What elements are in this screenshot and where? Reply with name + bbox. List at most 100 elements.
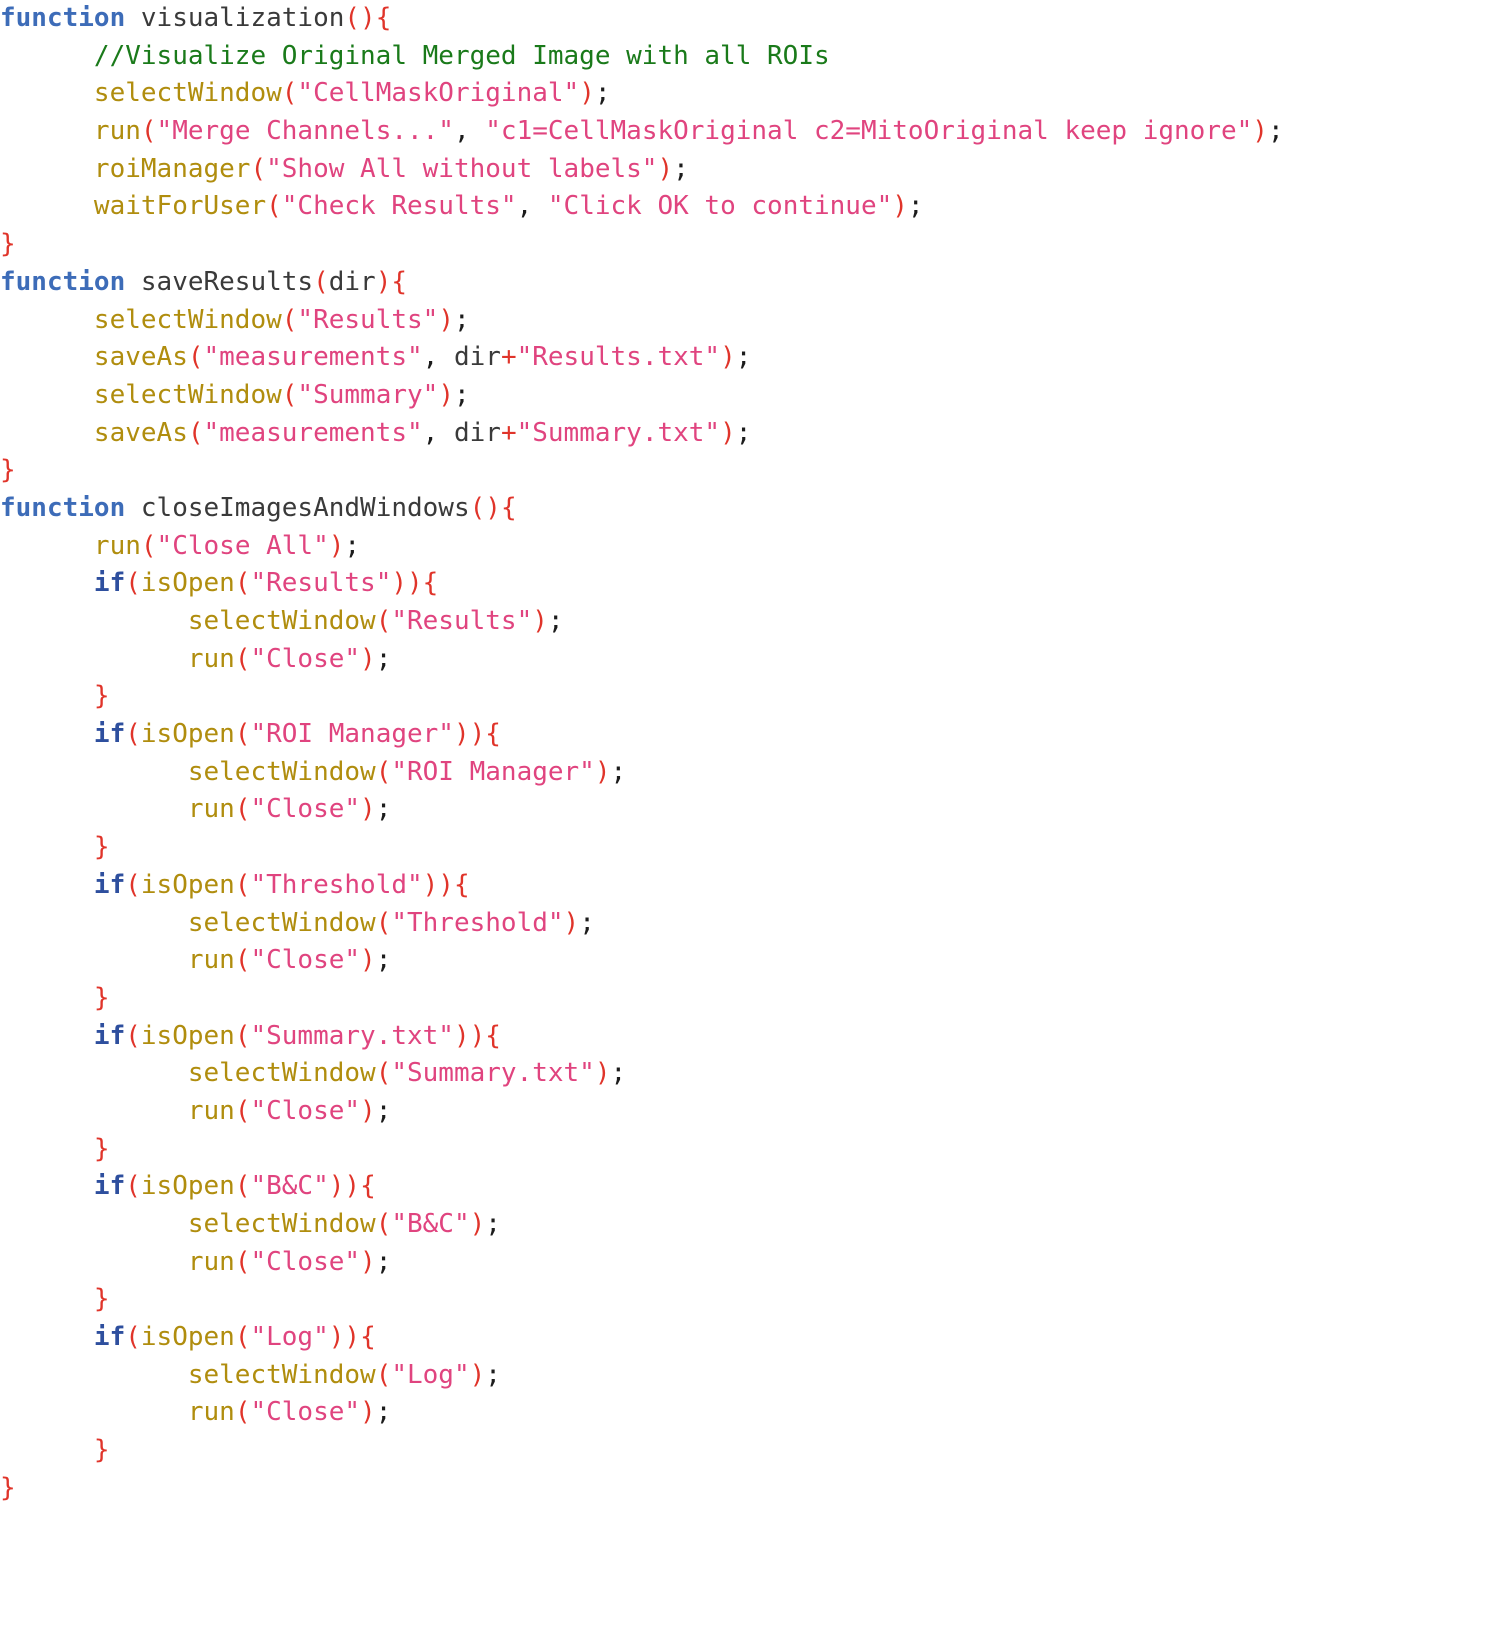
code-token-pun: ( bbox=[125, 869, 141, 900]
code-token-fn: selectWindow bbox=[93, 78, 282, 109]
code-line: run("Close"); bbox=[0, 1093, 1500, 1131]
code-line: if(isOpen("Threshold")){ bbox=[0, 867, 1500, 905]
code-line: } bbox=[0, 980, 1500, 1018]
code-token-str: "Close" bbox=[250, 1397, 361, 1428]
code-token-pun: )) bbox=[328, 1171, 361, 1202]
code-token-semi: ; bbox=[907, 191, 924, 222]
code-token-semi: ; bbox=[579, 907, 595, 938]
code-token-op: + bbox=[500, 417, 517, 448]
code-token-str: "Summary.txt" bbox=[250, 1020, 454, 1051]
code-token-fn: isOpen bbox=[140, 1020, 235, 1051]
code-token-brace: } bbox=[93, 832, 110, 863]
code-token-brace: { bbox=[360, 1322, 376, 1353]
code-token-pun: ( bbox=[187, 417, 204, 448]
code-token-fn: saveAs bbox=[93, 417, 188, 448]
code-line: run("Close"); bbox=[0, 942, 1500, 980]
code-token-semi: ; bbox=[735, 342, 752, 373]
code-token-pun: ) bbox=[720, 417, 736, 448]
code-token-pun: ) bbox=[657, 153, 674, 184]
code-token-kw-if: if bbox=[93, 1020, 126, 1051]
code-token-str: "Summary.txt" bbox=[391, 1058, 595, 1089]
code-token-id: dir bbox=[453, 417, 501, 448]
code-line: run("Close"); bbox=[0, 1244, 1500, 1282]
code-token-str: "Results" bbox=[297, 304, 439, 335]
code-line: waitForUser("Check Results", "Click OK t… bbox=[0, 188, 1500, 226]
code-token-pun: ( bbox=[234, 1171, 251, 1202]
code-token-str: "Click OK to continue" bbox=[547, 191, 893, 222]
code-token-pun: ( bbox=[234, 1246, 251, 1277]
code-token-pun: ( bbox=[250, 153, 267, 184]
code-token-str: "Threshold" bbox=[391, 907, 564, 938]
code-token-pun: ( bbox=[125, 1322, 141, 1353]
code-line: } bbox=[0, 678, 1500, 716]
code-line: selectWindow("Results"); bbox=[0, 302, 1500, 340]
code-token-fn: run bbox=[187, 1246, 235, 1277]
code-token-fn: run bbox=[187, 794, 235, 825]
code-line: } bbox=[0, 1281, 1500, 1319]
code-line: if(isOpen("Results")){ bbox=[0, 565, 1500, 603]
code-token-brace: } bbox=[93, 1435, 110, 1466]
code-token-pun: ) bbox=[1252, 116, 1268, 147]
code-token-pun: ) bbox=[328, 530, 345, 561]
code-token-semi: ; bbox=[610, 756, 627, 787]
code-token-semi: , bbox=[453, 116, 470, 147]
code-token-kw-if: if bbox=[93, 869, 126, 900]
code-token-pun: ) bbox=[579, 78, 595, 109]
code-line: selectWindow("CellMaskOriginal"); bbox=[0, 75, 1500, 113]
code-token-str: "Close All" bbox=[156, 530, 329, 561]
code-token-semi: ; bbox=[375, 1397, 392, 1428]
code-token-str: "Results" bbox=[250, 568, 392, 599]
code-listing[interactable]: function visualization(){ //Visualize Or… bbox=[0, 0, 1500, 1508]
code-line: if(isOpen("Summary.txt")){ bbox=[0, 1018, 1500, 1056]
code-token-id: closeImagesAndWindows bbox=[140, 492, 470, 523]
code-token-fn: isOpen bbox=[140, 1322, 235, 1353]
code-token-semi: ; bbox=[485, 1359, 501, 1390]
code-token-kw-if: if bbox=[93, 1322, 126, 1353]
code-token-str: "measurements" bbox=[203, 342, 423, 373]
code-token-kw-if: if bbox=[93, 1171, 126, 1202]
code-line: } bbox=[0, 829, 1500, 867]
code-token-pun: ) bbox=[360, 1095, 376, 1126]
code-token-pun: ( bbox=[234, 1322, 251, 1353]
code-token-semi: ; bbox=[485, 1209, 501, 1240]
code-token-str: "Close" bbox=[250, 1095, 361, 1126]
code-token-pun: ( bbox=[375, 1359, 392, 1390]
code-token-brace: { bbox=[453, 869, 470, 900]
code-token-semi: ; bbox=[610, 1058, 627, 1089]
code-token-brace: } bbox=[93, 982, 110, 1013]
code-token-fn: isOpen bbox=[140, 869, 235, 900]
code-line: selectWindow("Summary"); bbox=[0, 377, 1500, 415]
code-token-str: "measurements" bbox=[203, 417, 423, 448]
code-token-pun: ( bbox=[125, 1171, 141, 1202]
code-token-pun: ( bbox=[187, 342, 204, 373]
code-token-fn: run bbox=[187, 945, 235, 976]
code-token-semi: ; bbox=[375, 1246, 392, 1277]
code-token-pun: ( bbox=[234, 1020, 251, 1051]
code-token-str: "c1=CellMaskOriginal c2=MitoOriginal kee… bbox=[485, 116, 1253, 147]
code-line: run("Close"); bbox=[0, 1394, 1500, 1432]
code-token-pun: ) bbox=[594, 756, 611, 787]
code-token-semi: ; bbox=[594, 78, 611, 109]
code-token-fn: selectWindow bbox=[187, 1058, 376, 1089]
code-line: roiManager("Show All without labels"); bbox=[0, 151, 1500, 189]
code-token-pun: )) bbox=[391, 568, 423, 599]
code-token-fn: run bbox=[187, 643, 235, 674]
code-line: if(isOpen("Log")){ bbox=[0, 1319, 1500, 1357]
code-token-pun: ( bbox=[234, 869, 251, 900]
code-token-semi: ; bbox=[735, 417, 752, 448]
code-token-id: dir bbox=[453, 342, 501, 373]
code-line: selectWindow("Summary.txt"); bbox=[0, 1055, 1500, 1093]
code-token-str: "Results" bbox=[391, 606, 533, 637]
code-token-str: "ROI Manager" bbox=[391, 756, 595, 787]
